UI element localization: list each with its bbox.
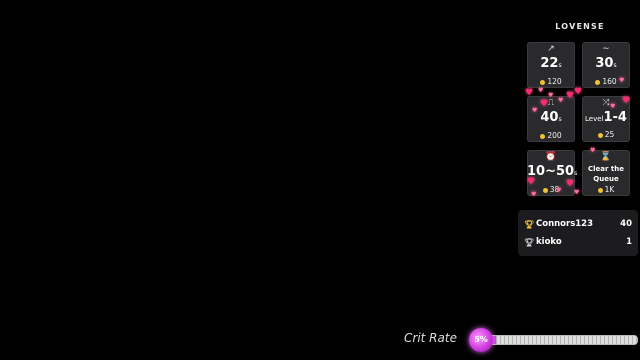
heart-icon: ♥ (531, 191, 537, 198)
coin-icon (540, 133, 546, 139)
heart-icon: ♥ (548, 92, 554, 99)
tile-unit: s (613, 62, 617, 69)
tile-value: 30 (595, 56, 614, 71)
coin-icon (540, 79, 546, 85)
pulse-icon: ↗ (547, 44, 555, 54)
heart-icon: ♥ (590, 147, 596, 154)
trophy-icon: 🏆︎ (524, 219, 535, 229)
coin-icon (542, 187, 548, 193)
heart-icon: ♥ (566, 91, 575, 101)
leaderboard-name: Connors123 (536, 219, 594, 229)
lovense-logo: LOVENSE (555, 22, 605, 31)
leaderboard-value: 1 (626, 237, 632, 247)
crit-rate-percent: 5% (469, 328, 493, 352)
wave-icon: ∼ (602, 44, 610, 54)
heart-icon: ♥ (532, 107, 538, 114)
heart-icon: ♥ (558, 97, 564, 104)
tile-text-line2: Queue (593, 175, 619, 183)
tile-unit: s (558, 62, 562, 69)
heart-icon: ♥ (527, 177, 536, 187)
heart-icon: ♥ (574, 87, 583, 97)
tile-cost: 200 (547, 131, 562, 140)
heart-icon: ♥ (619, 77, 625, 84)
crit-rate-ticks (489, 336, 637, 344)
coin-icon (597, 187, 603, 193)
leaderboard-row: 🏆︎ kioko 1 (524, 234, 632, 250)
heart-icon: ♥ (525, 88, 534, 98)
heart-icon: ♥ (538, 87, 544, 94)
tip-tile-40s[interactable]: ⎍ 40s 200 (527, 96, 575, 142)
tile-cost: 120 (547, 77, 562, 86)
tile-cost: 160 (602, 77, 617, 86)
tile-prefix: Level (585, 115, 604, 123)
heart-icon: ♥ (566, 179, 575, 189)
tip-tile-22s[interactable]: ↗ 22s 120 (527, 42, 575, 88)
tile-cost: 1K (604, 185, 615, 194)
leaderboard-value: 40 (620, 219, 632, 229)
crit-rate-bar (488, 335, 638, 345)
heart-icon: ♥ (556, 187, 562, 194)
tip-leaderboard: 🏆︎ Connors123 40 🏆︎ kioko 1 (518, 210, 638, 256)
trophy-icon: 🏆︎ (524, 237, 535, 247)
crit-rate-label: Crit Rate (404, 331, 457, 345)
heart-icon: ♥ (622, 96, 631, 106)
tile-value: 1-4 (603, 110, 627, 125)
alarm-clock-icon: ⏰ (545, 152, 557, 162)
leaderboard-row: 🏆︎ Connors123 40 (524, 216, 632, 232)
heart-icon: ♥ (574, 189, 580, 196)
coin-icon (595, 79, 601, 85)
tile-unit: s (574, 170, 578, 177)
tile-value: 40 (540, 110, 559, 125)
tile-cost: 25 (604, 130, 615, 139)
tile-value: 22 (540, 56, 559, 71)
tile-unit: s (558, 116, 562, 123)
tile-text-line1: Clear the (588, 165, 624, 173)
heart-icon: ♥ (610, 103, 616, 110)
tip-tile-clear-queue[interactable]: ⌛ Clear the Queue 1K (582, 150, 630, 196)
heart-icon: ♥ (540, 99, 549, 109)
leaderboard-name: kioko (536, 237, 562, 247)
coin-icon (597, 132, 603, 138)
